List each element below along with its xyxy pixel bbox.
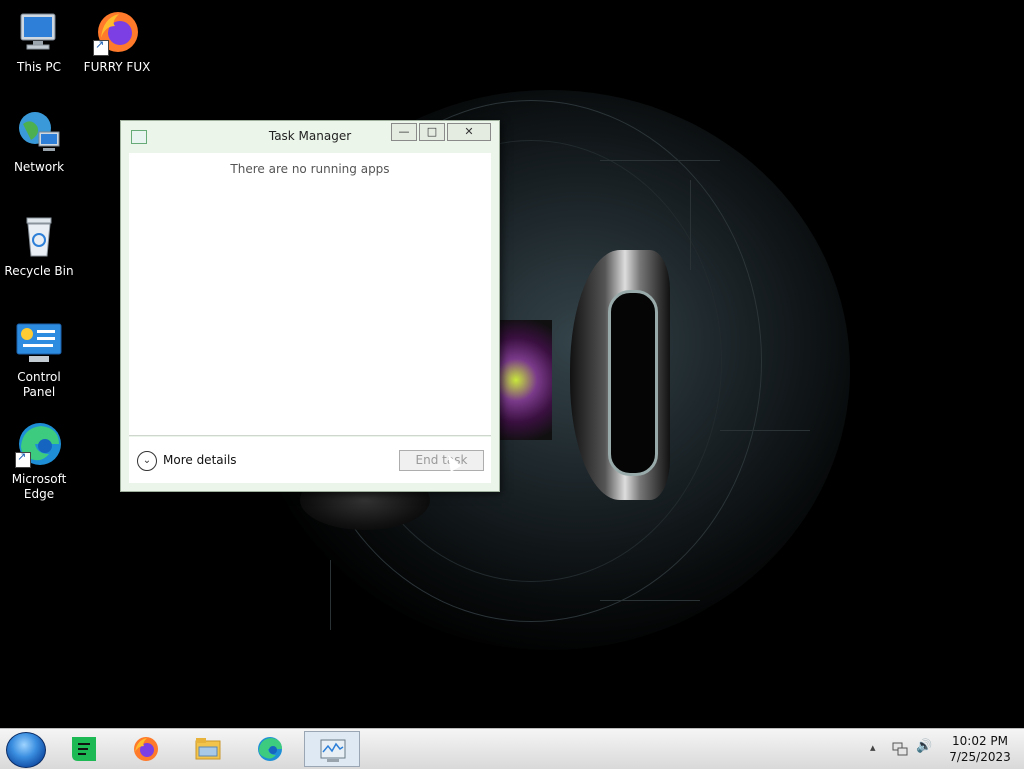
desktop-icon-this-pc[interactable]: This PC: [1, 8, 77, 75]
taskbar-clock[interactable]: 10:02 PM 7/25/2023: [940, 733, 1020, 765]
wallpaper-circuit-line: [330, 560, 331, 630]
minimize-button[interactable]: —: [391, 123, 417, 141]
task-manager-icon: [320, 739, 346, 762]
desktop-icon-label: This PC: [17, 60, 61, 74]
minimize-icon: —: [398, 125, 410, 138]
shortcut-arrow-icon: [15, 450, 31, 468]
window-title-bar[interactable]: Task Manager — □ ✕: [121, 121, 499, 151]
wallpaper-circuit-line: [600, 160, 720, 161]
wallpaper-core: [492, 320, 552, 440]
wallpaper-robot-eye: [608, 290, 658, 476]
desktop-icon-furry-fux[interactable]: FURRY FUX: [79, 8, 155, 75]
clock-time: 10:02 PM: [952, 734, 1008, 748]
task-manager-footer: ⌄ More details End task: [129, 437, 491, 483]
close-icon: ✕: [464, 125, 474, 138]
wallpaper-circuit-line: [600, 600, 700, 601]
system-tray: ▴ 🔊: [868, 729, 938, 769]
more-details-label: More details: [163, 453, 237, 467]
taskbar-item-sheets[interactable]: [56, 731, 112, 767]
sheets-icon: [72, 737, 96, 761]
desktop-icon-network[interactable]: Network: [1, 108, 77, 175]
firefox-icon: [134, 737, 158, 761]
chevron-down-icon: ⌄: [137, 451, 157, 471]
task-manager-window[interactable]: Task Manager — □ ✕ There are no running …: [120, 120, 500, 492]
desktop-icon-control-panel[interactable]: Control Panel: [1, 318, 77, 400]
edge-icon: [15, 420, 63, 468]
taskbar: ▴ 🔊 10:02 PM 7/25/2023: [0, 728, 1024, 769]
desktop-icon-microsoft-edge[interactable]: Microsoft Edge: [1, 420, 77, 502]
taskbar-item-file-explorer[interactable]: [180, 731, 236, 767]
wallpaper-circuit-line: [690, 180, 691, 270]
volume-icon[interactable]: 🔊: [916, 739, 932, 754]
desktop-icon-recycle-bin[interactable]: Recycle Bin: [1, 212, 77, 279]
desktop-icon-label: Microsoft Edge: [11, 472, 67, 501]
show-hidden-icons-button[interactable]: ▴: [870, 741, 876, 754]
desktop-icon-label: Control Panel: [17, 370, 61, 399]
empty-apps-message: There are no running apps: [230, 162, 390, 176]
taskbar-item-task-manager[interactable]: [304, 731, 360, 767]
clock-date: 7/25/2023: [949, 750, 1011, 764]
control-panel-icon: [15, 318, 63, 366]
desktop-icon-label: Recycle Bin: [4, 264, 74, 278]
edge-icon: [258, 737, 282, 761]
wallpaper-circuit-line: [720, 430, 810, 431]
desktop-icon-label: FURRY FUX: [83, 60, 151, 74]
firefox-icon: [93, 8, 141, 56]
desktop-icon-label: Network: [13, 160, 65, 174]
end-task-button[interactable]: End task: [399, 450, 484, 471]
maximize-icon: □: [426, 125, 438, 138]
taskbar-item-edge[interactable]: [242, 731, 298, 767]
network-icon: [15, 108, 63, 156]
running-apps-list: There are no running apps: [129, 153, 491, 436]
taskbar-item-firefox[interactable]: [118, 731, 174, 767]
recycle-bin-icon: [15, 212, 63, 260]
file-explorer-icon: [195, 738, 221, 760]
start-button[interactable]: [6, 732, 46, 768]
computer-icon: [15, 8, 63, 56]
network-status-icon[interactable]: [892, 741, 908, 757]
shortcut-arrow-icon: [93, 38, 109, 56]
maximize-button[interactable]: □: [419, 123, 445, 141]
close-button[interactable]: ✕: [447, 123, 491, 141]
